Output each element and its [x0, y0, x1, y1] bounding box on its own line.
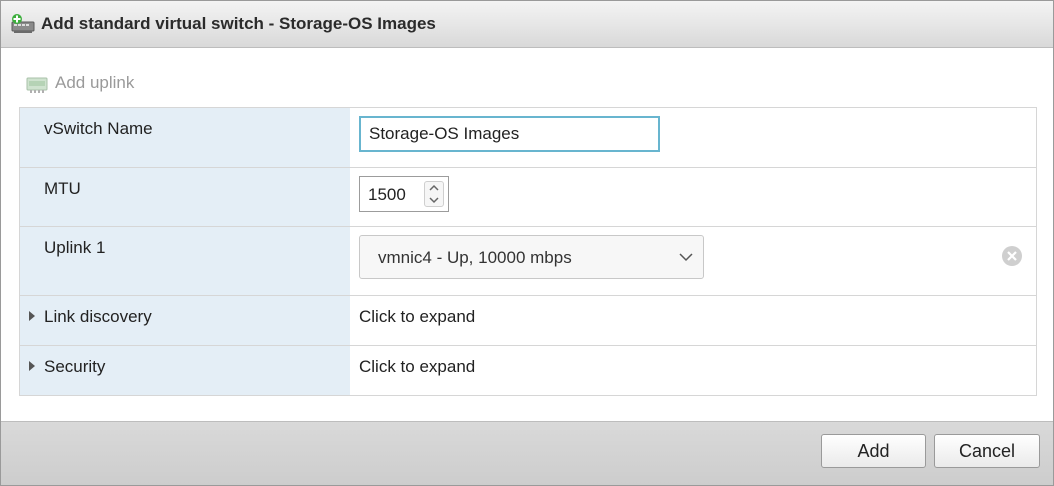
uplink-1-label: Uplink 1 — [44, 238, 106, 257]
value-cell: vmnic4 - Up, 10000 mbps — [350, 227, 1036, 295]
label-cell: MTU — [20, 168, 350, 226]
row-uplink-1: Uplink 1 vmnic4 - Up, 10000 mbps — [20, 227, 1036, 296]
remove-circle-icon[interactable] — [1001, 245, 1023, 267]
security-expand-text[interactable]: Click to expand — [359, 357, 475, 377]
cancel-button[interactable]: Cancel — [934, 434, 1040, 468]
uplink-1-select[interactable]: vmnic4 - Up, 10000 mbps — [359, 235, 704, 279]
nic-add-icon — [26, 77, 48, 93]
row-vswitch-name: vSwitch Name — [20, 108, 1036, 168]
dialog-title: Add standard virtual switch - Storage-OS… — [41, 14, 436, 33]
mtu-value: 1500 — [368, 185, 406, 204]
security-label: Security — [44, 357, 106, 376]
chevron-down-icon — [679, 253, 693, 262]
chevron-up-icon[interactable] — [425, 182, 443, 194]
add-uplink-label: Add uplink — [55, 73, 135, 92]
value-cell: Click to expand — [350, 346, 1036, 395]
dialog-footer: Add Cancel — [1, 421, 1053, 485]
vswitch-name-input[interactable] — [359, 116, 660, 152]
caret-right-icon[interactable] — [29, 311, 35, 321]
value-cell — [350, 108, 1036, 167]
add-button[interactable]: Add — [821, 434, 926, 468]
uplink-1-selected-value: vmnic4 - Up, 10000 mbps — [378, 248, 572, 267]
label-cell: Link discovery — [20, 296, 350, 345]
label-cell: Uplink 1 — [20, 227, 350, 295]
chevron-down-icon[interactable] — [425, 194, 443, 206]
vswitch-form: vSwitch Name MTU 1500 — [19, 107, 1037, 396]
row-mtu: MTU 1500 — [20, 168, 1036, 227]
mtu-stepper[interactable]: 1500 — [359, 176, 449, 212]
value-cell: 1500 — [350, 168, 1036, 226]
label-cell: vSwitch Name — [20, 108, 350, 167]
mtu-label: MTU — [44, 179, 81, 198]
vswitch-name-label: vSwitch Name — [44, 119, 153, 138]
virtual-switch-add-icon — [11, 14, 35, 33]
caret-right-icon[interactable] — [29, 361, 35, 371]
dialog-titlebar[interactable]: Add standard virtual switch - Storage-OS… — [1, 1, 1053, 48]
link-discovery-label: Link discovery — [44, 307, 152, 326]
value-cell: Click to expand — [350, 296, 1036, 345]
add-uplink-button[interactable]: Add uplink — [25, 71, 134, 95]
row-security[interactable]: Security Click to expand — [20, 346, 1036, 395]
row-link-discovery[interactable]: Link discovery Click to expand — [20, 296, 1036, 346]
link-discovery-expand-text[interactable]: Click to expand — [359, 307, 475, 327]
stepper-buttons — [424, 181, 444, 207]
add-vswitch-dialog: Add standard virtual switch - Storage-OS… — [0, 0, 1054, 486]
label-cell: Security — [20, 346, 350, 395]
